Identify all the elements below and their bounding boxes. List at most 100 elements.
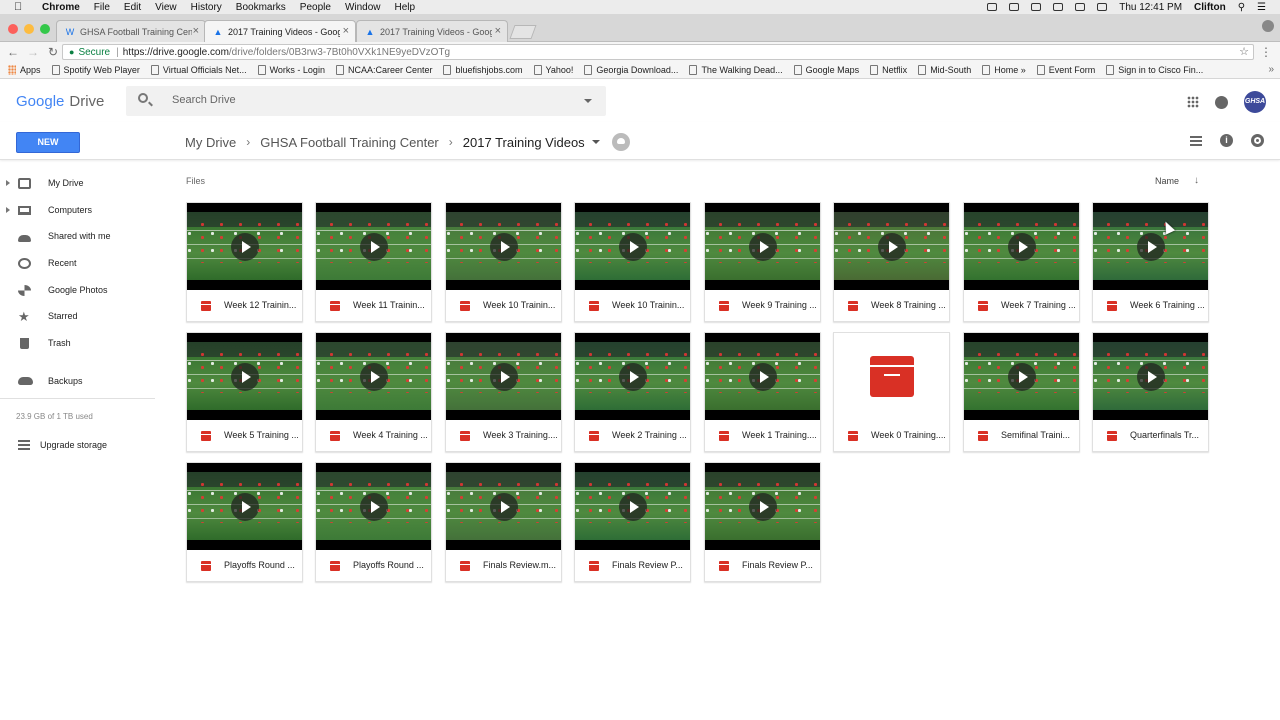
bookmark-item[interactable]: Sign in to Cisco Fin...: [1106, 65, 1203, 75]
avatar[interactable]: GHSA: [1244, 91, 1266, 113]
play-icon[interactable]: [490, 363, 518, 391]
dropbox-icon[interactable]: [987, 3, 998, 11]
chrome-profile-icon[interactable]: [1262, 20, 1274, 32]
play-icon[interactable]: [231, 363, 259, 391]
expand-arrow-icon[interactable]: [6, 180, 10, 186]
play-icon[interactable]: [878, 233, 906, 261]
play-icon[interactable]: [1137, 363, 1165, 391]
play-icon[interactable]: [231, 233, 259, 261]
notifications-icon[interactable]: [1215, 95, 1228, 109]
bookmarks-overflow-icon[interactable]: »: [1268, 64, 1274, 75]
bookmark-item[interactable]: Spotify Web Player: [51, 65, 140, 75]
clock[interactable]: Thu 12:41 PM: [1119, 2, 1182, 13]
play-icon[interactable]: [619, 363, 647, 391]
file-card[interactable]: Week 10 Trainin...: [574, 202, 691, 322]
google-apps-icon[interactable]: [1187, 96, 1199, 108]
breadcrumb-my-drive[interactable]: My Drive: [185, 135, 236, 150]
bookmark-item[interactable]: Mid-South: [918, 65, 971, 75]
file-card[interactable]: Playoffs Round ...: [315, 462, 432, 582]
close-tab-icon[interactable]: ×: [495, 25, 501, 37]
tab-training-videos[interactable]: ▲ 2017 Training Videos - Google Drive ×: [356, 20, 508, 42]
breadcrumb-ghsa[interactable]: GHSA Football Training Center: [260, 135, 438, 150]
arrow-down-icon[interactable]: ↓: [1194, 175, 1199, 186]
bookmark-item[interactable]: Event Form: [1036, 65, 1095, 75]
sidebar-item-trash[interactable]: Trash: [0, 330, 170, 356]
file-card[interactable]: Playoffs Round ...: [186, 462, 303, 582]
upgrade-storage-link[interactable]: Upgrade storage: [0, 432, 170, 458]
forward-icon[interactable]: →: [26, 45, 40, 59]
reload-icon[interactable]: ↻: [46, 45, 60, 59]
breadcrumb-current-folder[interactable]: 2017 Training Videos: [463, 135, 585, 150]
play-icon[interactable]: [749, 233, 777, 261]
file-card[interactable]: Week 3 Training....: [445, 332, 562, 452]
airplay-icon[interactable]: [1075, 3, 1086, 11]
bookmark-item[interactable]: bluefishjobs.com: [443, 65, 523, 75]
play-icon[interactable]: [1008, 233, 1036, 261]
bookmark-item[interactable]: Google Maps: [793, 65, 859, 75]
sort-control[interactable]: Name ↓: [1155, 175, 1199, 186]
volume-icon[interactable]: [1097, 3, 1108, 11]
chrome-menu-icon[interactable]: ⋮: [1260, 45, 1272, 59]
user-name[interactable]: Clifton: [1194, 2, 1226, 13]
play-icon[interactable]: [619, 493, 647, 521]
play-icon[interactable]: [619, 233, 647, 261]
close-tab-icon[interactable]: ×: [193, 25, 199, 37]
bookmark-apps[interactable]: Apps: [8, 65, 41, 75]
back-icon[interactable]: ←: [6, 45, 20, 59]
play-icon[interactable]: [1008, 363, 1036, 391]
close-tab-icon[interactable]: ×: [343, 25, 349, 37]
sidebar-item-starred[interactable]: ★ Starred: [0, 303, 170, 329]
play-icon[interactable]: [360, 493, 388, 521]
file-card[interactable]: Week 2 Training ...: [574, 332, 691, 452]
sidebar-item-my-drive[interactable]: My Drive: [0, 170, 170, 196]
bookmark-item[interactable]: NCAA:Career Center: [335, 65, 432, 75]
expand-arrow-icon[interactable]: [6, 207, 10, 213]
play-icon[interactable]: [749, 363, 777, 391]
menu-help[interactable]: Help: [395, 2, 416, 13]
info-icon[interactable]: i: [1220, 134, 1233, 147]
menu-app[interactable]: Chrome: [42, 2, 80, 13]
file-card[interactable]: Quarterfinals Tr...: [1092, 332, 1209, 452]
menu-bookmarks[interactable]: Bookmarks: [236, 2, 286, 13]
bookmark-item[interactable]: Virtual Officials Net...: [150, 65, 247, 75]
search-input[interactable]: [172, 94, 552, 106]
sidebar-item-shared[interactable]: Shared with me: [0, 223, 170, 249]
menu-edit[interactable]: Edit: [124, 2, 141, 13]
play-icon[interactable]: [231, 493, 259, 521]
menu-history[interactable]: History: [191, 2, 222, 13]
bookmark-item[interactable]: Works - Login: [257, 65, 325, 75]
bookmark-item[interactable]: Home »: [982, 65, 1026, 75]
file-card[interactable]: Week 5 Training ...: [186, 332, 303, 452]
spotlight-icon[interactable]: ⚲: [1238, 2, 1245, 13]
file-card[interactable]: Week 9 Training ...: [704, 202, 821, 322]
drive-logo[interactable]: Google Drive: [16, 93, 104, 110]
file-card[interactable]: Finals Review.m...: [445, 462, 562, 582]
search-icon[interactable]: [138, 93, 148, 103]
sidebar-item-photos[interactable]: Google Photos: [0, 277, 170, 303]
bookmark-star-icon[interactable]: ☆: [1239, 45, 1249, 58]
shared-folder-icon[interactable]: [611, 133, 630, 151]
file-card[interactable]: Week 4 Training ...: [315, 332, 432, 452]
play-icon[interactable]: [360, 233, 388, 261]
time-machine-icon[interactable]: [1009, 3, 1020, 11]
close-window-button[interactable]: [8, 24, 18, 34]
menu-people[interactable]: People: [300, 2, 331, 13]
new-tab-button[interactable]: [509, 25, 537, 39]
menu-window[interactable]: Window: [345, 2, 381, 13]
file-card[interactable]: Week 7 Training ...: [963, 202, 1080, 322]
play-icon[interactable]: [490, 233, 518, 261]
file-card[interactable]: Week 8 Training ...: [833, 202, 950, 322]
bookmark-item[interactable]: Netflix: [870, 65, 907, 75]
wifi-icon[interactable]: [1053, 3, 1064, 11]
maximize-window-button[interactable]: [40, 24, 50, 34]
menu-file[interactable]: File: [94, 2, 110, 13]
list-view-icon[interactable]: [1190, 135, 1202, 146]
sidebar-item-recent[interactable]: Recent: [0, 250, 170, 276]
tab-ghsa[interactable]: W GHSA Football Training Center ×: [56, 20, 206, 42]
menu-view[interactable]: View: [155, 2, 177, 13]
notification-center-icon[interactable]: ☰: [1257, 2, 1266, 13]
sidebar-item-backups[interactable]: Backups: [0, 368, 170, 394]
bookmark-item[interactable]: The Walking Dead...: [689, 65, 783, 75]
bluetooth-icon[interactable]: [1031, 3, 1042, 11]
file-card[interactable]: Week 11 Trainin...: [315, 202, 432, 322]
